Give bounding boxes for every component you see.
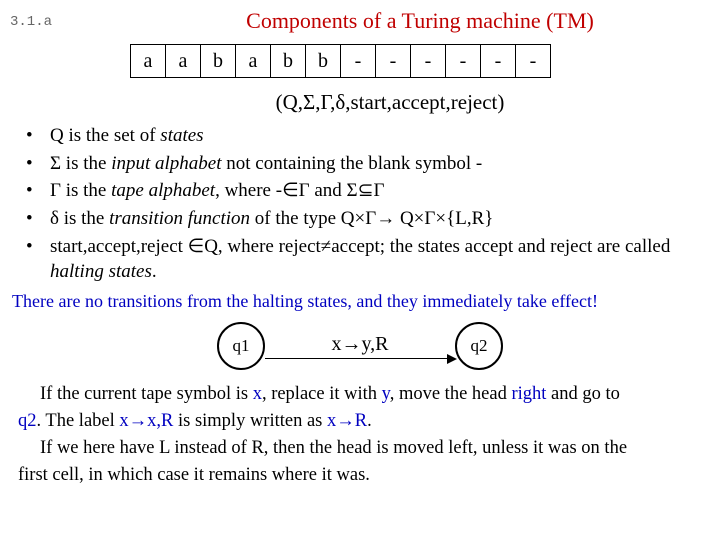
bullet-item: •Q is the set of states bbox=[26, 123, 700, 149]
bullet-item: •δ is the transition function of the typ… bbox=[26, 206, 700, 232]
edge-label: x→y,R bbox=[265, 333, 455, 356]
tm-tuple: (Q,Σ,Γ,δ,start,accept,reject) bbox=[60, 90, 720, 115]
tape-cell: - bbox=[515, 44, 551, 78]
explain-line: If we here have L instead of R, then the… bbox=[18, 436, 702, 461]
explain-line: If the current tape symbol is x, replace… bbox=[18, 382, 702, 407]
transition-edge: x→y,R bbox=[265, 333, 455, 359]
tape-cell: b bbox=[200, 44, 235, 78]
transition-diagram: q1 x→y,R q2 bbox=[0, 322, 720, 370]
tape-cell: - bbox=[375, 44, 410, 78]
tape-cell: a bbox=[235, 44, 270, 78]
state-q2: q2 bbox=[455, 322, 503, 370]
bullet-list: •Q is the set of states•Σ is the input a… bbox=[26, 123, 700, 285]
tape-cell: - bbox=[340, 44, 375, 78]
slide-number: 3.1.a bbox=[10, 14, 52, 30]
tape-cell: - bbox=[480, 44, 515, 78]
bullet-item: •Σ is the input alphabet not containing … bbox=[26, 151, 700, 177]
explanation-text: If the current tape symbol is x, replace… bbox=[18, 382, 702, 488]
bullet-item: •Γ is the tape alphabet, where -∈Γ and Σ… bbox=[26, 178, 700, 204]
tape-cell: a bbox=[165, 44, 200, 78]
edge-arrow bbox=[265, 358, 455, 359]
tape-row: aababb------ bbox=[130, 44, 720, 78]
tape-cell: - bbox=[410, 44, 445, 78]
state-q1: q1 bbox=[217, 322, 265, 370]
tape-cell: - bbox=[445, 44, 480, 78]
tape-cell: b bbox=[270, 44, 305, 78]
tape-cell: b bbox=[305, 44, 340, 78]
tape-cell: a bbox=[130, 44, 165, 78]
halting-note: There are no transitions from the haltin… bbox=[12, 291, 708, 312]
explain-line: q2. The label x→x,R is simply written as… bbox=[18, 409, 702, 434]
explain-line: first cell, in which case it remains whe… bbox=[18, 463, 702, 488]
slide-title: Components of a Turing machine (TM) bbox=[120, 8, 720, 34]
bullet-item: •start,accept,reject ∈Q, where reject≠ac… bbox=[26, 234, 700, 285]
